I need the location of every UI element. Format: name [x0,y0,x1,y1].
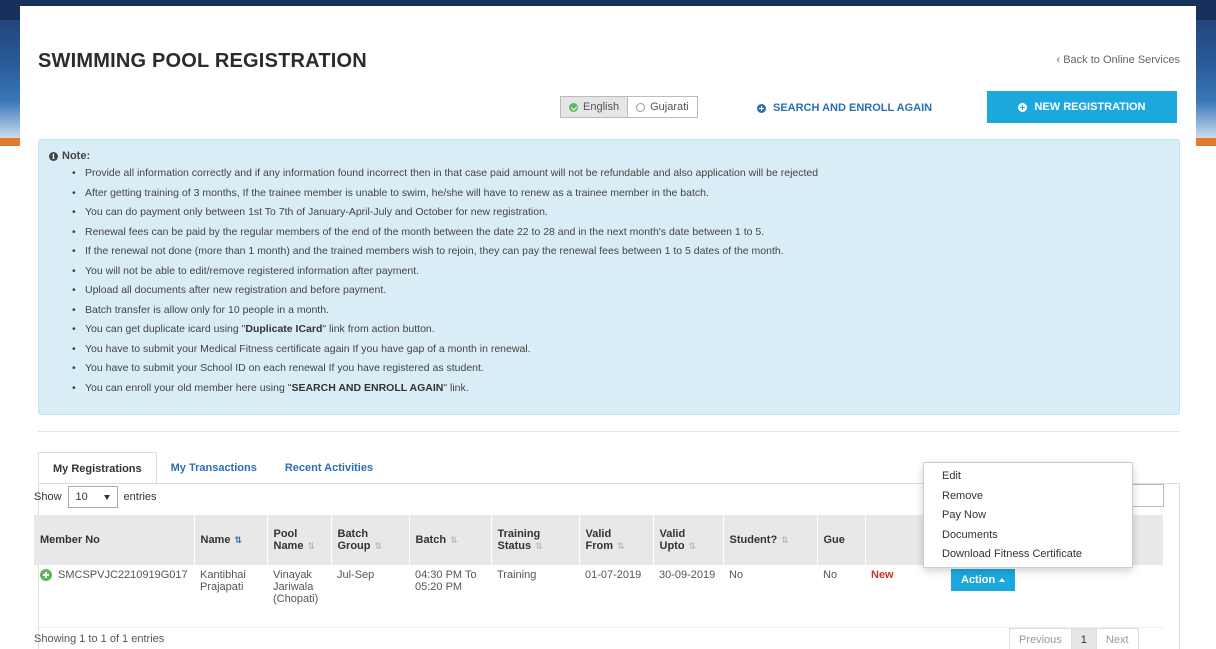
note-list: Provide all information correctly and if… [49,164,1169,398]
note-item: Provide all information correctly and if… [49,164,1169,184]
cell-pool-name: Vinayak Jariwala (Chopati) [267,565,331,628]
cell-batch-group: Jul-Sep [331,565,409,628]
column-header-batch[interactable]: Batch ⇅ [409,515,492,565]
language-label: Gujarati [650,101,689,113]
cell-valid-from: 01-07-2019 [579,565,653,628]
show-label: Show [34,491,62,503]
radio-checked-icon [569,102,578,112]
note-item: Upload all documents after new registrat… [49,281,1169,301]
menu-item-remove[interactable]: Remove [924,487,1132,507]
language-label: English [583,101,620,113]
page-size-select[interactable]: 10 [67,486,118,508]
plus-circle-icon [757,103,766,113]
note-item: Renewal fees can be paid by the regular … [49,223,1169,243]
sort-icon: ⇅ [374,541,383,551]
note-item: You can enroll your old member here usin… [49,379,1169,399]
note-item: You have to submit your Medical Fitness … [49,340,1169,360]
chevron-down-icon [103,494,110,500]
column-header-valid-upto[interactable]: Valid Upto ⇅ [653,515,724,565]
next-page-button[interactable]: Next [1097,629,1138,649]
sort-icon: ⇅ [535,541,543,551]
pagination: Previous 1 Next [1009,628,1139,649]
new-registration-label: NEW REGISTRATION [1034,101,1146,113]
menu-item-pay-now[interactable]: Pay Now [924,506,1132,526]
expand-row-icon[interactable] [40,569,52,581]
page-size-value: 10 [75,491,88,503]
column-header-training-status[interactable]: Training Status ⇅ [491,515,580,565]
action-button-label: Action [961,574,996,586]
sort-icon: ⇅ [688,541,697,551]
entries-label: entries [123,491,157,503]
note-item: You can do payment only between 1st To 7… [49,203,1169,223]
note-title-text: Note: [62,150,91,162]
tab-my-registrations[interactable]: My Registrations [38,452,157,484]
column-header-member-no[interactable]: Member No [34,515,195,565]
column-header-student[interactable]: Student? ⇅ [723,515,818,565]
sort-icon: ⇅ [781,535,789,545]
note-item: If the renewal not done (more than 1 mon… [49,242,1169,262]
note-panel: i Note: Provide all information correctl… [38,139,1180,415]
cell-member-no: SMCSPVJC2210919G017 [34,565,194,628]
cell-student: No [723,565,817,628]
column-header-name[interactable]: Name ⇅ [194,515,268,565]
language-toggle: English Gujarati [560,96,698,118]
radio-unchecked-icon [636,102,646,112]
chevron-up-icon [999,578,1006,582]
info-icon: i [49,151,58,161]
tab-my-transactions[interactable]: My Transactions [157,452,271,484]
action-dropdown-menu: Edit Remove Pay Now Documents Download F… [923,462,1133,568]
note-item: You have to submit your School ID on eac… [49,359,1169,379]
note-emphasis: Duplicate ICard [245,323,323,335]
table-row: SMCSPVJC2210919G017 Kantibhai Prajapati … [34,565,1164,628]
entries-summary: Showing 1 to 1 of 1 entries [34,633,165,645]
tab-recent-activities[interactable]: Recent Activities [271,452,387,484]
action-button[interactable]: Action [951,569,1016,591]
cell-batch: 04:30 PM To 05:20 PM [409,565,491,628]
column-header-batch-group[interactable]: Batch Group ⇅ [331,515,410,565]
cell-name: Kantibhai Prajapati [194,565,267,628]
cell-valid-upto: 30-09-2019 [653,565,723,628]
language-option-gujarati[interactable]: Gujarati [628,97,697,117]
note-item: After getting training of 3 months, If t… [49,184,1169,204]
note-item: Batch transfer is allow only for 10 peop… [49,301,1169,321]
cell-training-status: Training [491,565,579,628]
cell-action: Action [945,565,1164,628]
menu-item-download-fitness-certificate[interactable]: Download Fitness Certificate [924,545,1132,565]
cell-guest: No [817,565,865,628]
menu-item-edit[interactable]: Edit [924,467,1132,487]
sort-asc-icon: ⇅ [234,535,243,545]
cell-status: New [865,565,945,628]
divider [38,431,1180,432]
note-title: i Note: [49,150,1169,162]
language-option-english[interactable]: English [561,97,629,117]
new-registration-button[interactable]: NEW REGISTRATION [987,91,1177,123]
sort-icon: ⇅ [617,541,625,551]
column-header-pool-name[interactable]: Pool Name ⇅ [267,515,332,565]
page-size-control: Show 10 entries [34,486,157,508]
column-header-guest[interactable]: Gue [817,515,866,565]
note-item: You will not be able to edit/remove regi… [49,262,1169,282]
previous-page-button[interactable]: Previous [1010,629,1071,649]
sort-icon: ⇅ [307,541,316,551]
tab-bar: My Registrations My Transactions Recent … [38,452,387,484]
back-to-online-services-link[interactable]: ‹ Back to Online Services [1057,54,1181,66]
member-no-text: SMCSPVJC2210919G017 [58,569,188,581]
search-and-enroll-again-button[interactable]: SEARCH AND ENROLL AGAIN [757,102,932,114]
note-emphasis: SEARCH AND ENROLL AGAIN [291,381,444,394]
menu-item-documents[interactable]: Documents [924,526,1132,546]
note-item: You can get duplicate icard using "Dupli… [49,320,1169,340]
column-header-valid-from[interactable]: Valid From ⇅ [579,515,654,565]
sort-icon: ⇅ [450,535,458,545]
status-badge: New [871,569,894,581]
search-enroll-label: SEARCH AND ENROLL AGAIN [773,102,933,114]
plus-circle-icon [1018,102,1028,112]
page-title: SWIMMING POOL REGISTRATION [38,50,367,72]
page-number-button[interactable]: 1 [1070,629,1097,649]
